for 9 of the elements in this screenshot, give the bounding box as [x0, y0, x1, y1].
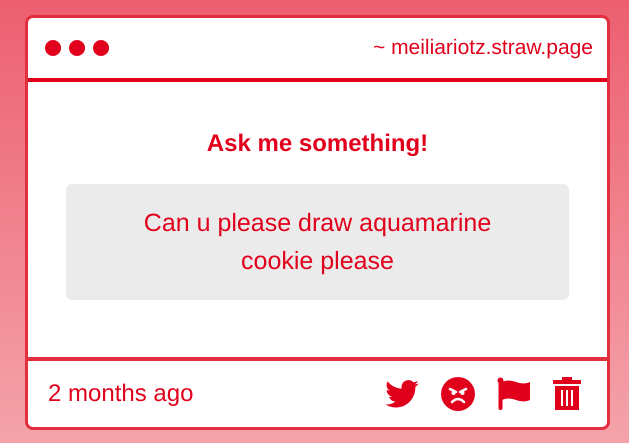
timestamp: 2 months ago [48, 380, 194, 408]
site-url: ~ meiliariotz.straw.page [372, 36, 593, 60]
question-text: Can u please draw aquamarine cookie please [66, 184, 569, 300]
trash-icon[interactable] [553, 377, 581, 411]
angry-face-icon[interactable] [441, 377, 475, 411]
window-dots-icon [44, 39, 110, 57]
flag-icon[interactable] [497, 377, 531, 411]
prompt-title: Ask me something! [206, 130, 428, 158]
bird-icon[interactable] [385, 380, 419, 408]
